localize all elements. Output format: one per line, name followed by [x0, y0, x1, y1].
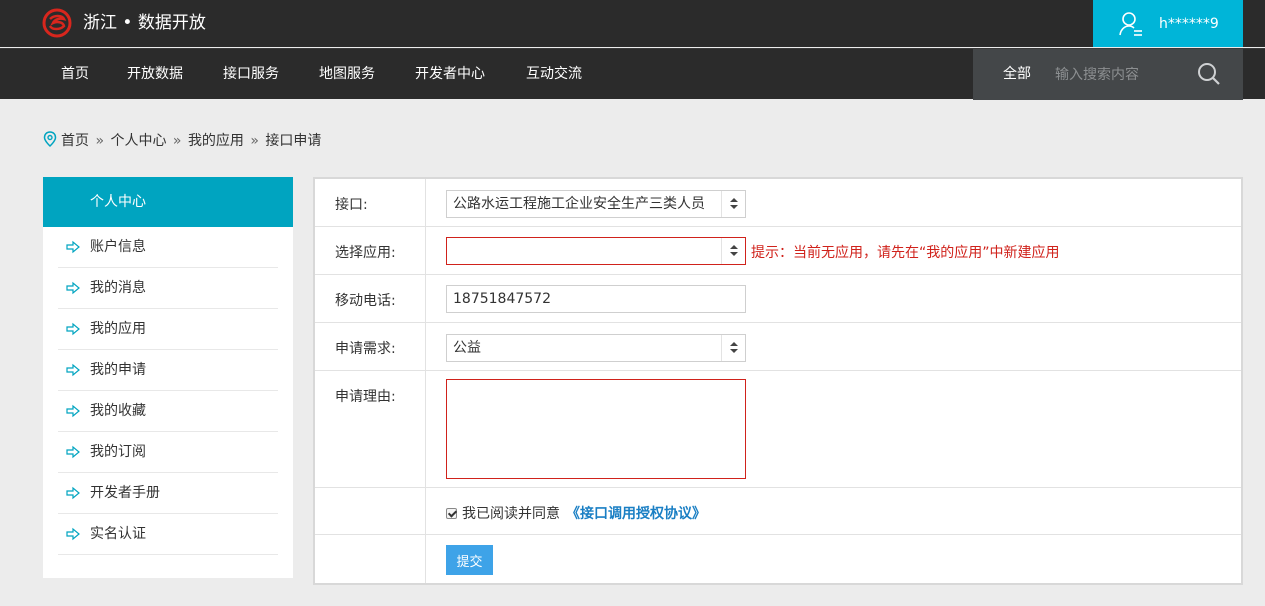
breadcrumb-separator: » — [91, 133, 109, 149]
sidebar-item-label: 我的消息 — [90, 280, 146, 296]
search-input[interactable] — [1055, 62, 1185, 88]
user-menu[interactable]: h******9 — [1093, 0, 1243, 47]
sidebar-item-account-info[interactable]: 账户信息 — [58, 227, 278, 268]
phone-label: 移动电话: — [335, 293, 396, 309]
form-row-app: 选择应用: 提示：当前无应用，请先在“我的应用”中新建应用 — [315, 227, 1241, 275]
reason-label: 申请理由: — [335, 389, 396, 405]
user-icon — [1119, 12, 1142, 36]
arrow-right-icon — [66, 527, 80, 541]
nav-item-home[interactable]: 首页 — [61, 49, 89, 100]
demand-select[interactable]: 公益 — [446, 334, 746, 362]
submit-button[interactable]: 提交 — [446, 545, 493, 575]
logo-icon[interactable] — [42, 8, 72, 38]
sidebar-item-developer-manual[interactable]: 开发者手册 — [58, 473, 278, 514]
location-pin-icon — [43, 131, 57, 147]
sidebar-title: 个人中心 — [43, 177, 293, 227]
arrow-right-icon — [66, 281, 80, 295]
sidebar-item-my-applications[interactable]: 我的申请 — [58, 350, 278, 391]
sidebar: 个人中心 账户信息 我的消息 我的应用 我的申请 我的收藏 我的订阅 开发者手册… — [43, 177, 293, 578]
phone-input[interactable]: 18751847572 — [446, 285, 746, 313]
label-cell — [315, 488, 426, 534]
sidebar-item-label: 我的订阅 — [90, 444, 146, 460]
breadcrumb: 首页 » 个人中心 » 我的应用 » 接口申请 — [43, 131, 321, 151]
main-nav: 首页 开放数据 接口服务 地图服务 开发者中心 互动交流 全部 — [0, 48, 1265, 100]
nav-item-open-data[interactable]: 开放数据 — [127, 49, 183, 100]
form-row-phone: 移动电话: 18751847572 — [315, 275, 1241, 323]
sidebar-item-my-messages[interactable]: 我的消息 — [58, 268, 278, 309]
top-bar: 浙江 • 数据开放 h******9 — [0, 0, 1265, 47]
breadcrumb-home[interactable]: 首页 — [61, 133, 89, 149]
arrow-right-icon — [66, 322, 80, 336]
sidebar-item-real-name-auth[interactable]: 实名认证 — [58, 514, 278, 555]
arrow-right-icon — [66, 445, 80, 459]
nav-item-interaction[interactable]: 互动交流 — [526, 49, 582, 100]
demand-select-value: 公益 — [453, 340, 481, 356]
label-cell — [315, 535, 426, 583]
search-icon[interactable] — [1197, 62, 1221, 86]
breadcrumb-separator: » — [245, 133, 264, 149]
demand-label: 申请需求: — [335, 341, 396, 357]
sidebar-item-label: 我的收藏 — [90, 403, 146, 419]
arrow-right-icon — [66, 363, 80, 377]
form-row-submit: 提交 — [315, 535, 1241, 583]
brand-title[interactable]: 浙江 • 数据开放 — [83, 11, 206, 35]
form-row-agreement: 我已阅读并同意 《接口调用授权协议》 — [315, 488, 1241, 535]
sidebar-item-label: 账户信息 — [90, 239, 146, 255]
sidebar-item-my-apps[interactable]: 我的应用 — [58, 309, 278, 350]
sidebar-item-my-favorites[interactable]: 我的收藏 — [58, 391, 278, 432]
form-row-demand: 申请需求: 公益 — [315, 323, 1241, 371]
form-row-reason: 申请理由: — [315, 371, 1241, 488]
breadcrumb-current: 接口申请 — [265, 133, 322, 149]
arrow-right-icon — [66, 404, 80, 418]
select-arrows-icon — [721, 191, 745, 217]
api-application-form: 接口: 公路水运工程施工企业安全生产三类人员 选择应用: 提示：当前无应用，请先… — [313, 177, 1243, 585]
nav-item-developer-center[interactable]: 开发者中心 — [415, 49, 485, 100]
sidebar-item-label: 实名认证 — [90, 526, 146, 542]
label-cell — [315, 179, 426, 226]
arrow-right-icon — [66, 240, 80, 254]
interface-select[interactable]: 公路水运工程施工企业安全生产三类人员 — [446, 190, 746, 218]
agreement: 我已阅读并同意 《接口调用授权协议》 — [446, 503, 706, 523]
sidebar-item-label: 开发者手册 — [90, 485, 160, 501]
agree-text: 我已阅读并同意 — [462, 506, 560, 522]
nav-item-map-service[interactable]: 地图服务 — [319, 49, 375, 100]
app-hint-error: 提示：当前无应用，请先在“我的应用”中新建应用 — [751, 245, 1060, 261]
sidebar-item-my-subscriptions[interactable]: 我的订阅 — [58, 432, 278, 473]
user-name: h******9 — [1159, 16, 1219, 32]
sidebar-item-label: 我的申请 — [90, 362, 146, 378]
app-select[interactable] — [446, 237, 746, 265]
agree-checkbox[interactable] — [446, 508, 457, 519]
form-row-interface: 接口: 公路水运工程施工企业安全生产三类人员 — [315, 179, 1241, 227]
breadcrumb-separator: » — [168, 133, 186, 149]
nav-item-api-service[interactable]: 接口服务 — [223, 49, 279, 100]
reason-textarea[interactable] — [446, 379, 746, 479]
select-arrows-icon — [721, 238, 745, 264]
search-bar: 全部 — [973, 49, 1243, 100]
breadcrumb-my-apps[interactable]: 我的应用 — [188, 133, 244, 149]
arrow-right-icon — [66, 486, 80, 500]
select-arrows-icon — [721, 335, 745, 361]
breadcrumb-personal-center[interactable]: 个人中心 — [110, 133, 166, 149]
interface-label: 接口: — [335, 197, 368, 213]
agreement-link[interactable]: 《接口调用授权协议》 — [566, 506, 706, 522]
sidebar-item-label: 我的应用 — [90, 321, 146, 337]
interface-select-value: 公路水运工程施工企业安全生产三类人员 — [453, 196, 705, 212]
app-label: 选择应用: — [335, 245, 396, 261]
search-scope-select[interactable]: 全部 — [1003, 49, 1031, 100]
